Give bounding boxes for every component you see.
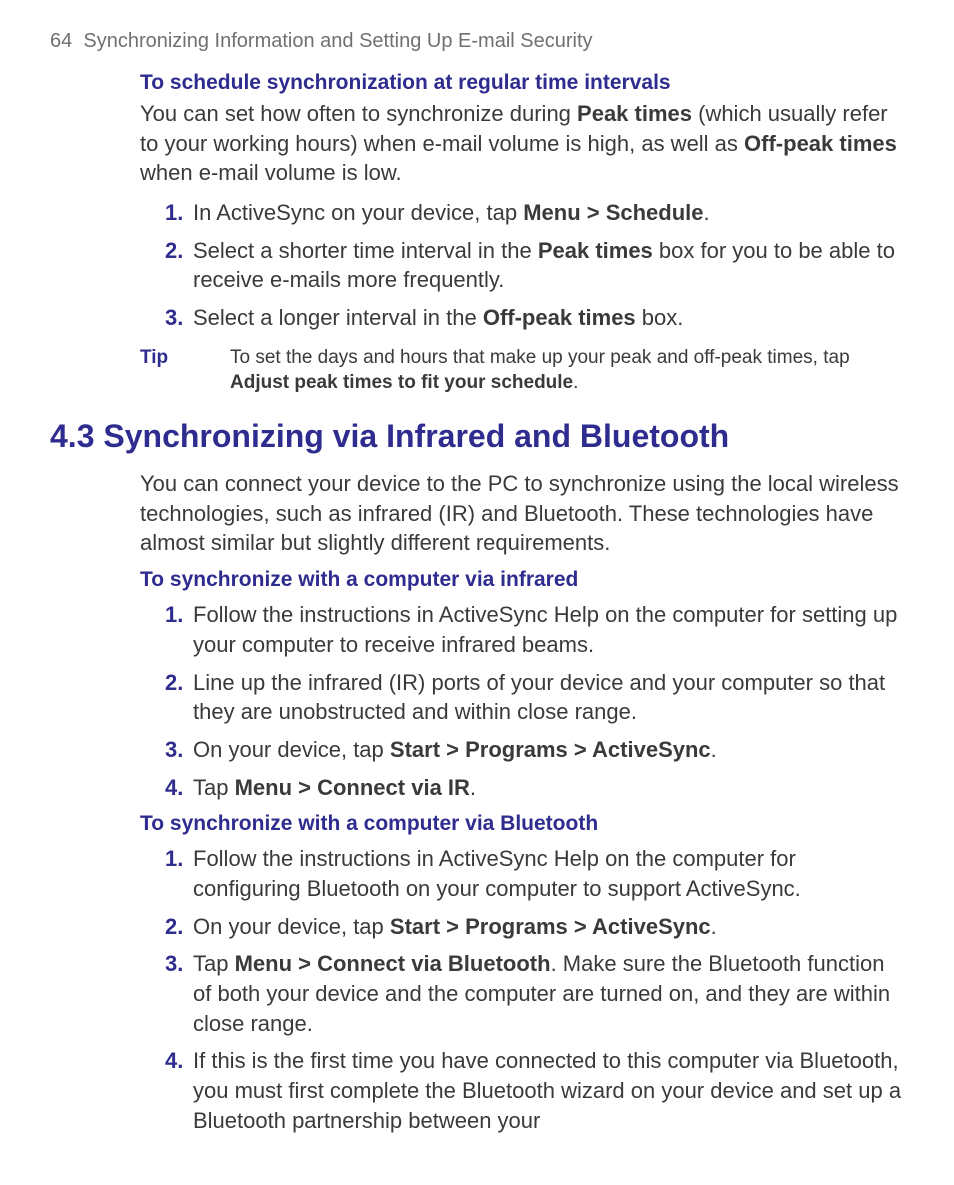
step-number: 1.: [165, 844, 193, 903]
step-text: Tap Menu > Connect via Bluetooth. Make s…: [193, 949, 904, 1038]
text-fragment: Tap: [193, 951, 235, 976]
bold-fragment: Menu > Schedule: [523, 200, 703, 225]
schedule-intro: You can set how often to synchronize dur…: [140, 99, 904, 188]
step-text: Tap Menu > Connect via IR.: [193, 773, 904, 803]
list-item: 1. Follow the instructions in ActiveSync…: [165, 600, 904, 659]
step-number: 1.: [165, 198, 193, 228]
list-item: 4. Tap Menu > Connect via IR.: [165, 773, 904, 803]
bold-fragment: Menu > Connect via Bluetooth: [235, 951, 551, 976]
step-text: Follow the instructions in ActiveSync He…: [193, 844, 904, 903]
step-number: 2.: [165, 236, 193, 295]
list-item: 1. In ActiveSync on your device, tap Men…: [165, 198, 904, 228]
list-item: 1. Follow the instructions in ActiveSync…: [165, 844, 904, 903]
bold-fragment: Start > Programs > ActiveSync: [390, 737, 711, 762]
section-4-3-intro: You can connect your device to the PC to…: [140, 469, 904, 558]
text-fragment: In ActiveSync on your device, tap: [193, 200, 523, 225]
page-number: 64: [50, 30, 72, 52]
subheading-infrared: To synchronize with a computer via infra…: [140, 568, 904, 592]
step-text: Follow the instructions in ActiveSync He…: [193, 600, 904, 659]
document-page: 64 Synchronizing Information and Setting…: [0, 0, 954, 1185]
step-text: On your device, tap Start > Programs > A…: [193, 912, 904, 942]
list-item: 4. If this is the first time you have co…: [165, 1046, 904, 1135]
text-fragment: Select a shorter time interval in the: [193, 238, 538, 263]
text-fragment: You can set how often to synchronize dur…: [140, 101, 577, 126]
step-text: Select a shorter time interval in the Pe…: [193, 236, 904, 295]
list-item: 3. Tap Menu > Connect via Bluetooth. Mak…: [165, 949, 904, 1038]
text-fragment: box.: [636, 305, 684, 330]
text-fragment: .: [711, 737, 717, 762]
step-number: 3.: [165, 303, 193, 333]
text-fragment: On your device, tap: [193, 737, 390, 762]
text-fragment: .: [711, 914, 717, 939]
subheading-bluetooth: To synchronize with a computer via Bluet…: [140, 812, 904, 836]
step-number: 1.: [165, 600, 193, 659]
bold-fragment: Off-peak times: [744, 131, 897, 156]
bold-fragment: Off-peak times: [483, 305, 636, 330]
bluetooth-steps: 1. Follow the instructions in ActiveSync…: [165, 844, 904, 1135]
step-number: 4.: [165, 1046, 193, 1135]
tip-block: Tip To set the days and hours that make …: [140, 345, 904, 396]
text-fragment: .: [573, 372, 578, 393]
bold-fragment: Menu > Connect via IR: [235, 775, 470, 800]
schedule-steps: 1. In ActiveSync on your device, tap Men…: [165, 198, 904, 333]
tip-text: To set the days and hours that make up y…: [230, 345, 904, 396]
step-number: 2.: [165, 668, 193, 727]
bold-fragment: Adjust peak times to fit your schedule: [230, 372, 573, 393]
bold-fragment: Peak times: [577, 101, 692, 126]
list-item: 2. Select a shorter time interval in the…: [165, 236, 904, 295]
step-number: 2.: [165, 912, 193, 942]
step-text: Select a longer interval in the Off-peak…: [193, 303, 904, 333]
list-item: 2. On your device, tap Start > Programs …: [165, 912, 904, 942]
text-fragment: when e-mail volume is low.: [140, 160, 402, 185]
bold-fragment: Start > Programs > ActiveSync: [390, 914, 711, 939]
step-text: In ActiveSync on your device, tap Menu >…: [193, 198, 904, 228]
step-number: 3.: [165, 735, 193, 765]
step-text: If this is the first time you have conne…: [193, 1046, 904, 1135]
subheading-schedule: To schedule synchronization at regular t…: [140, 71, 904, 95]
text-fragment: .: [470, 775, 476, 800]
section-title-4-3: 4.3 Synchronizing via Infrared and Bluet…: [50, 418, 904, 455]
text-fragment: Select a longer interval in the: [193, 305, 483, 330]
text-fragment: Tap: [193, 775, 235, 800]
text-fragment: .: [704, 200, 710, 225]
text-fragment: To set the days and hours that make up y…: [230, 347, 850, 368]
step-text: On your device, tap Start > Programs > A…: [193, 735, 904, 765]
step-number: 3.: [165, 949, 193, 1038]
text-fragment: On your device, tap: [193, 914, 390, 939]
chapter-title: Synchronizing Information and Setting Up…: [83, 30, 592, 52]
bold-fragment: Peak times: [538, 238, 653, 263]
page-header: 64 Synchronizing Information and Setting…: [50, 30, 904, 53]
list-item: 3. Select a longer interval in the Off-p…: [165, 303, 904, 333]
infrared-steps: 1. Follow the instructions in ActiveSync…: [165, 600, 904, 802]
step-number: 4.: [165, 773, 193, 803]
step-text: Line up the infrared (IR) ports of your …: [193, 668, 904, 727]
list-item: 2. Line up the infrared (IR) ports of yo…: [165, 668, 904, 727]
list-item: 3. On your device, tap Start > Programs …: [165, 735, 904, 765]
tip-label: Tip: [140, 345, 230, 396]
